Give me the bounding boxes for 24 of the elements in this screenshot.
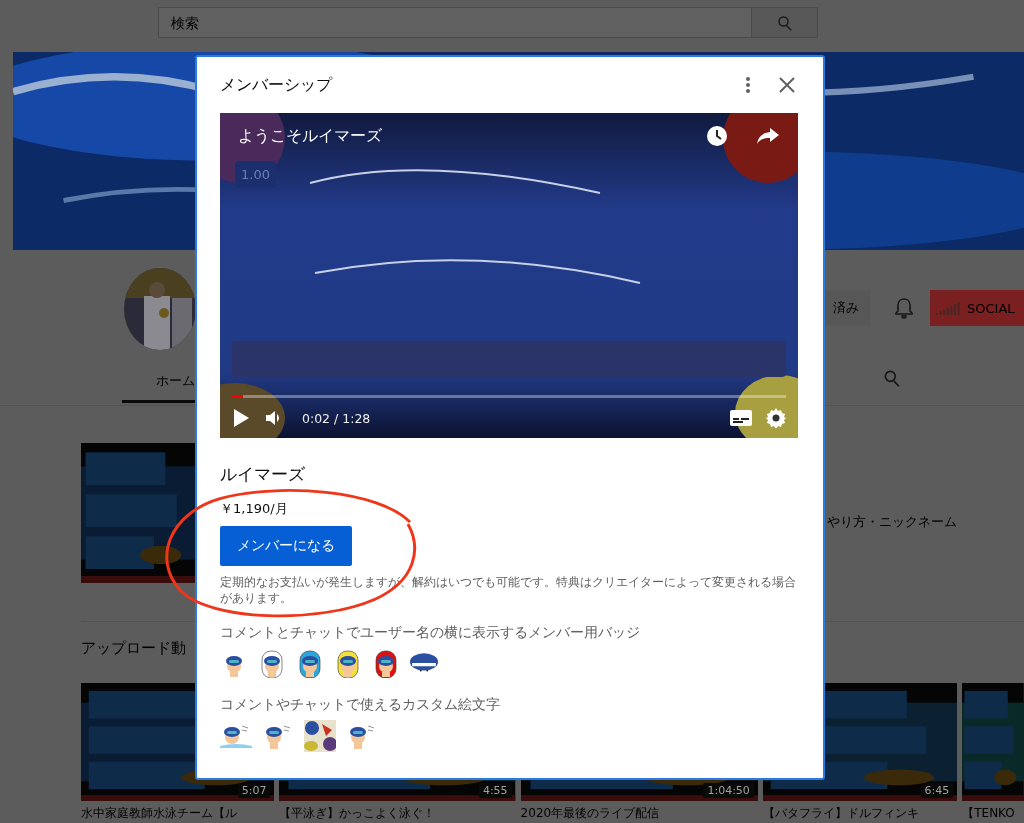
social-button[interactable]: SOCIAL bbox=[930, 290, 1024, 326]
video-title[interactable]: 2020年最後のライブ配信 bbox=[520, 805, 758, 822]
play-icon[interactable] bbox=[232, 408, 250, 428]
captions-icon[interactable] bbox=[730, 410, 752, 426]
duration-badge: 1:04:50 bbox=[703, 783, 754, 798]
time-display: 0:02 / 1:28 bbox=[302, 410, 372, 426]
channel-name: ルイマーズ bbox=[220, 464, 306, 486]
search-icon[interactable] bbox=[882, 368, 902, 388]
video-title[interactable]: 水中家庭教師水泳チーム【ル bbox=[81, 805, 275, 822]
subscribed-button[interactable]: 済み bbox=[822, 290, 870, 326]
price: ￥1,190/月 bbox=[220, 500, 289, 518]
video-title[interactable]: 【平泳ぎ】かっこよく泳ぐ！ bbox=[279, 805, 516, 822]
join-button[interactable]: メンバーになる bbox=[220, 526, 352, 566]
bell-icon[interactable] bbox=[894, 297, 914, 319]
duration-badge: 6:45 bbox=[920, 783, 954, 798]
search-icon bbox=[775, 13, 794, 32]
video-title[interactable]: 【バタフライ】ドルフィンキ bbox=[762, 805, 958, 822]
signal-icon bbox=[936, 301, 962, 315]
settings-icon[interactable] bbox=[766, 408, 786, 428]
video-description: やり方・ニックネーム bbox=[827, 514, 957, 531]
video-title[interactable]: 【TENKO bbox=[962, 805, 1024, 822]
perk-heading: コメントとチャットでユーザー名の横に表示するメンバー用バッジ bbox=[220, 624, 641, 642]
section-heading: アップロード動 bbox=[81, 638, 186, 658]
search-field[interactable]: 検索 bbox=[158, 7, 752, 38]
